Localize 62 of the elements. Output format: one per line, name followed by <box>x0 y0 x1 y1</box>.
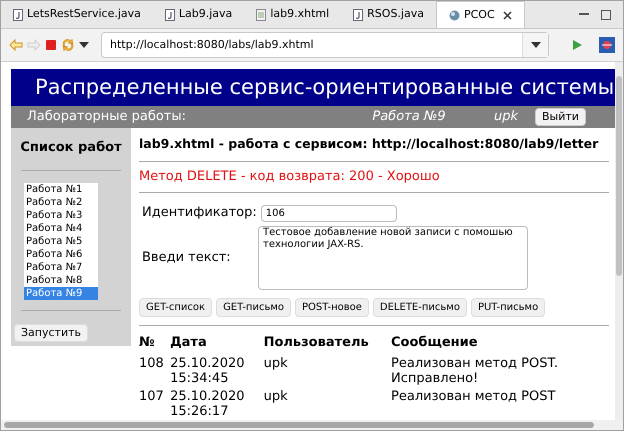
browser-logo-icon[interactable] <box>599 37 615 53</box>
editor-tab[interactable]: LetsRestService.java <box>1 1 153 28</box>
java-file-icon <box>164 8 175 20</box>
table-cell-text: 25.10.2020 15:34:45 <box>170 356 246 386</box>
maximize-icon[interactable] <box>601 10 611 20</box>
logout-button[interactable]: Выйти <box>535 108 586 126</box>
table-cell-text: upk <box>264 356 289 373</box>
page-title: Распределенные сервис-ориентированные системы <box>35 74 614 101</box>
work-item[interactable]: Работа №5 <box>24 234 98 248</box>
minimize-icon[interactable] <box>579 13 589 16</box>
text-label: Введи текст: <box>142 249 232 267</box>
id-label: Идентификатор: <box>142 204 257 222</box>
editor-tab[interactable]: Lab9.java <box>152 1 244 28</box>
column-header: Сообщение <box>391 334 479 352</box>
work-item[interactable]: Работа №4 <box>24 222 98 234</box>
user-name: upk <box>492 108 520 126</box>
scrollbar-thumb[interactable] <box>4 422 594 428</box>
globe-icon <box>448 10 460 20</box>
current-work: Работа №9 <box>371 108 447 126</box>
editor-tab[interactable]: РСОС <box>436 1 525 28</box>
work-item[interactable]: Работа №6 <box>24 248 98 260</box>
work-item[interactable]: Работа №7 <box>24 260 98 274</box>
play-icon[interactable] <box>571 39 583 51</box>
action-button[interactable]: POST-новое <box>295 298 369 317</box>
table-cell-text: upk <box>264 388 289 406</box>
id-field[interactable]: 106 <box>260 204 397 222</box>
run-button[interactable]: Запустить <box>14 324 88 342</box>
table-cell-text: 25.10.2020 15:26:17 <box>170 388 246 419</box>
column-header: № <box>139 334 156 352</box>
text-area[interactable]: Тестовое добавление новой записи с помошью технологии JAX-RS. <box>258 226 528 290</box>
action-button[interactable]: GET-список <box>139 298 212 317</box>
action-button[interactable]: PUT-письмо <box>470 298 546 317</box>
editor-tab[interactable]: lab9.xhtml <box>244 1 342 28</box>
caret-icon[interactable] <box>530 42 540 48</box>
table-cell-text: 108 <box>139 356 165 373</box>
table-cell-text: Реализован метод POST <box>391 388 556 406</box>
table-cell-text: Реализован метод POST. Исправлено! <box>391 356 560 386</box>
stop-icon[interactable] <box>45 39 57 51</box>
page-heading: lab9.xhtml - работа с сервисом: http://localhost:8080/lab9/letter <box>139 135 600 153</box>
editor-tab[interactable]: RSOS.java <box>341 1 436 28</box>
caret-icon[interactable] <box>79 42 89 48</box>
action-button[interactable]: DELETE-письмо <box>372 298 467 317</box>
works-listbox[interactable]: Работа №1 Работа №2 Работа №3 Работа №4 Работа №5 Работа №6 Работа №7 Работа №8 Работа №9 <box>24 182 98 300</box>
work-item[interactable]: Работа №1 <box>24 182 98 196</box>
action-button[interactable]: GET-письмо <box>216 298 292 317</box>
scrollbar-thumb[interactable] <box>616 76 622 276</box>
work-item[interactable]: Работа №8 <box>24 274 98 286</box>
sidebar-title: Список работ <box>20 139 122 157</box>
table-cell-text: 107 <box>139 388 165 406</box>
close-icon[interactable] <box>502 10 512 20</box>
work-item[interactable]: Работа №3 <box>24 208 98 222</box>
nav-label: Лабораторные работы: <box>26 108 188 126</box>
java-file-icon <box>353 8 364 20</box>
column-header: Дата <box>170 334 208 352</box>
java-file-icon <box>13 8 23 20</box>
work-item[interactable]: Работа №9 <box>24 286 98 300</box>
document-icon <box>256 8 266 20</box>
work-item[interactable]: Работа №2 <box>24 196 98 208</box>
status-message: Метод DELETE - код возврата: 200 - Хорошо <box>139 168 441 186</box>
back-arrow-icon[interactable] <box>9 39 23 51</box>
url-field[interactable]: http://localhost:8080/labs/lab9.xhtml <box>101 32 549 58</box>
column-header: Пользователь <box>264 334 370 352</box>
